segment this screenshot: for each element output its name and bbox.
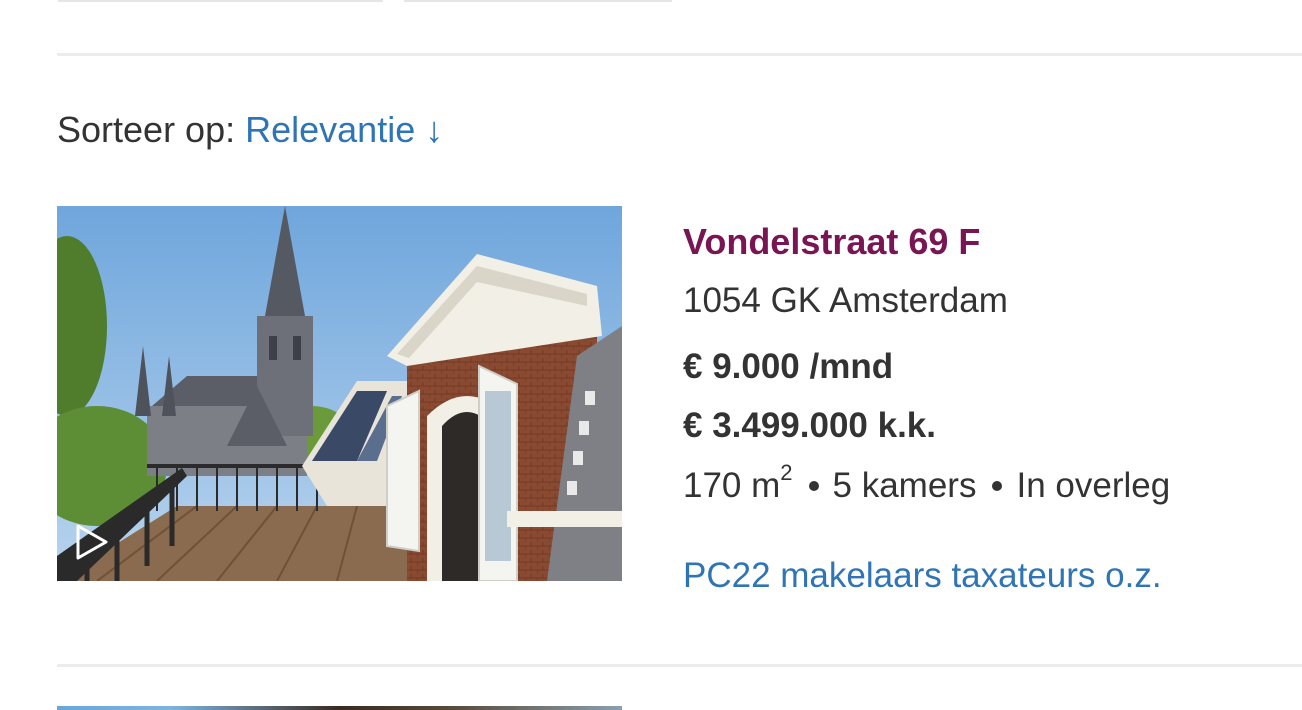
area-unit-superscript: 2 [780,460,793,486]
sort-label: Sorteer op: [57,109,236,150]
listing-title-link[interactable]: Vondelstraat 69 F [683,220,1293,264]
availability: In overleg [1016,466,1171,505]
next-listing-photo[interactable] [57,706,622,710]
room-count: 5 kamers [832,466,977,505]
living-area: 170 m2 [683,462,793,505]
listing-photo-image [57,206,622,581]
listing-details: Vondelstraat 69 F 1054 GK Amsterdam € 9.… [683,220,1293,598]
listing-photo[interactable] [57,206,622,581]
divider [57,53,1302,56]
play-icon[interactable] [75,523,109,561]
separator-dot [992,480,1003,491]
listing-features: 170 m2 5 kamers In overleg [683,462,1293,508]
divider [57,664,1302,667]
filter-control-edge[interactable] [404,0,672,2]
search-results-page: Sorteer op: Relevantie ↓ Vondelstraat 69… [0,0,1302,710]
separator-dot [808,480,819,491]
living-area-value: 170 m [683,466,781,505]
sort-control: Sorteer op: Relevantie ↓ [57,108,443,152]
listing-address: 1054 GK Amsterdam [683,281,1008,320]
price-sale: € 3.499.000 k.k. [683,406,936,445]
sort-dropdown[interactable]: Relevantie ↓ [245,109,443,150]
agent-link[interactable]: PC22 makelaars taxateurs o.z. [683,554,1293,598]
price-rent: € 9.000 /mnd [683,347,894,386]
filter-control-edge[interactable] [58,0,383,2]
